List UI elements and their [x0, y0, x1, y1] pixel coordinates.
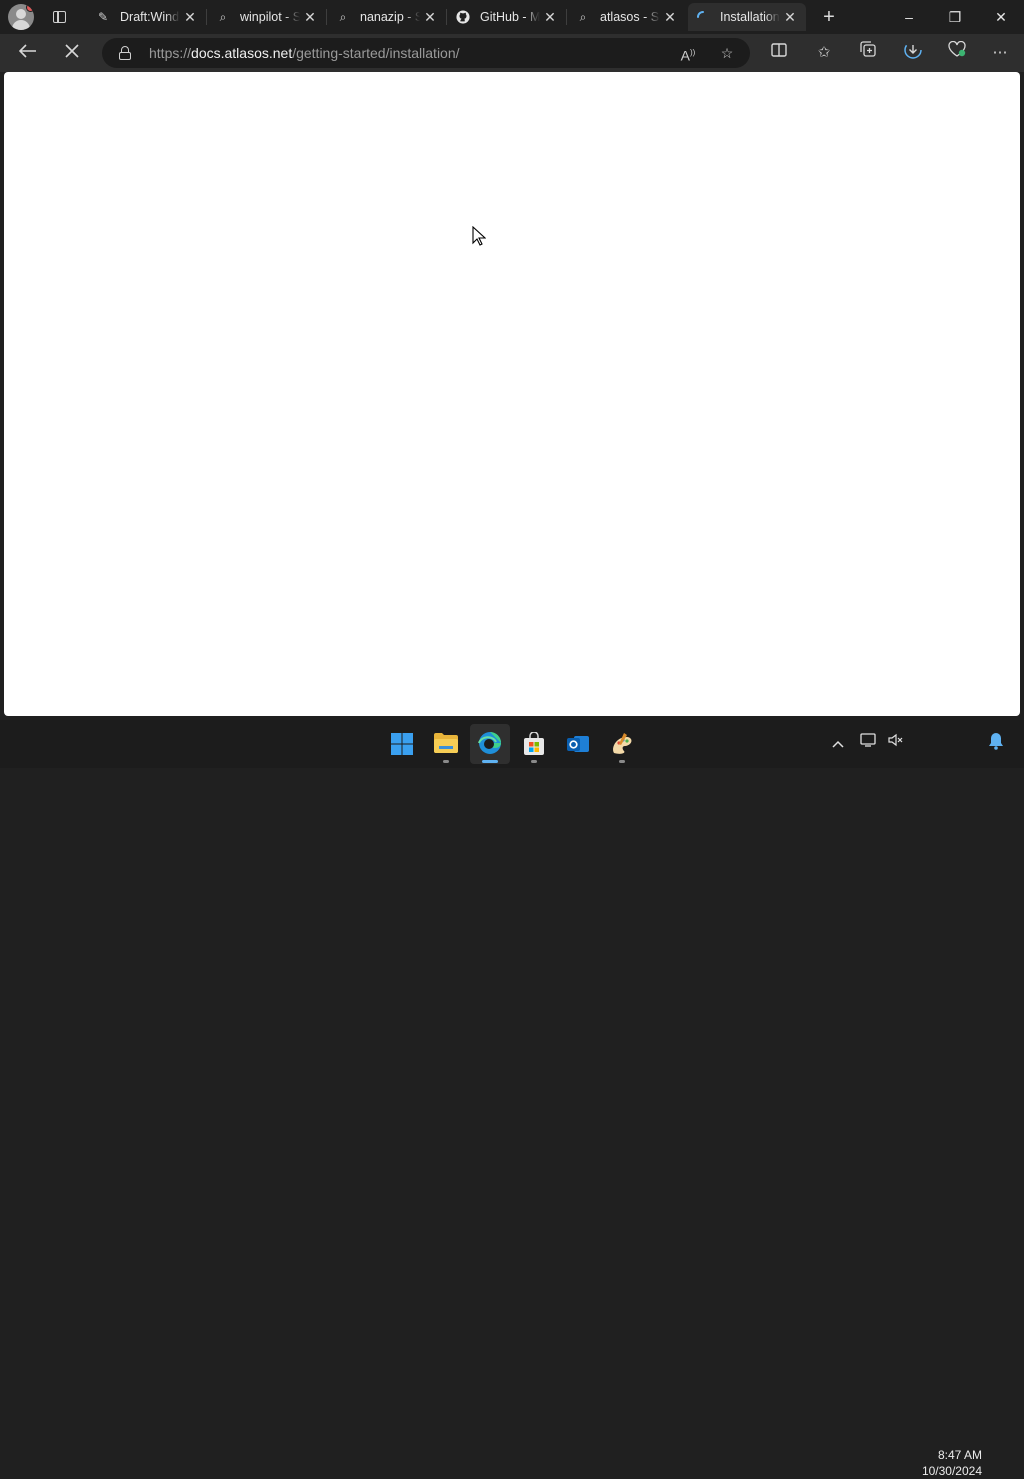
tab-title: nanazip - Search	[360, 10, 420, 24]
tab-atlasos[interactable]: ⌕ atlasos - Search ✕	[568, 3, 686, 31]
mouse-cursor-icon	[472, 226, 486, 246]
taskbar: 8:47 AM 10/30/2024	[0, 720, 1024, 1478]
clock-time: 8:47 AM	[937, 1448, 982, 1462]
volume-muted-icon[interactable]	[885, 732, 907, 754]
folder-icon	[434, 733, 458, 753]
tab-title: atlasos - Search	[600, 10, 660, 24]
notification-bell-icon[interactable]	[985, 732, 1007, 754]
windows-logo-icon	[391, 733, 413, 755]
split-screen-icon[interactable]	[767, 41, 791, 65]
tab-strip: ✎ Draft:Windows ✕ ⌕ winpilot - Search ✕ …	[0, 0, 1024, 34]
file-explorer-button[interactable]	[426, 724, 466, 764]
paint-button[interactable]	[602, 724, 642, 764]
settings-more-icon[interactable]: ⋯	[988, 41, 1012, 65]
tab-draft[interactable]: ✎ Draft:Windows ✕	[88, 3, 207, 31]
show-hidden-icons-button[interactable]	[827, 732, 849, 754]
new-tab-button[interactable]: +	[818, 6, 840, 28]
microsoft-store-button[interactable]	[514, 724, 554, 764]
favorites-icon[interactable]: ✩	[812, 41, 836, 65]
github-icon	[456, 10, 470, 24]
tab-close-button[interactable]: ✕	[302, 9, 318, 25]
stop-loading-button[interactable]	[58, 40, 86, 66]
outlook-button[interactable]	[558, 724, 598, 764]
tab-close-button[interactable]: ✕	[182, 9, 198, 25]
favorite-star-icon[interactable]: ☆	[716, 43, 738, 63]
lock-icon[interactable]	[119, 46, 131, 60]
url-text[interactable]: https://docs.atlasos.net/getting-started…	[149, 45, 460, 61]
read-aloud-icon[interactable]: A))	[677, 43, 699, 64]
tab-close-button[interactable]: ✕	[542, 9, 558, 25]
close-window-button[interactable]: ✕	[978, 0, 1024, 34]
tab-actions-icon	[53, 11, 66, 23]
tab-close-button[interactable]: ✕	[782, 9, 798, 25]
network-icon[interactable]	[858, 732, 880, 754]
browser-essentials-icon[interactable]	[945, 40, 969, 65]
store-icon	[524, 732, 544, 755]
tab-actions-button[interactable]	[48, 7, 70, 27]
notification-dot	[26, 4, 34, 12]
paint-icon	[613, 733, 632, 754]
edit-icon: ✎	[97, 10, 109, 24]
address-bar[interactable]: https://docs.atlasos.net/getting-started…	[102, 38, 750, 68]
start-button[interactable]	[382, 724, 422, 764]
minimize-button[interactable]: –	[886, 0, 932, 34]
restore-button[interactable]: ❐	[932, 0, 978, 34]
profile-avatar[interactable]	[8, 4, 34, 30]
tab-close-button[interactable]: ✕	[662, 9, 678, 25]
page-content[interactable]	[4, 72, 1020, 716]
clock-date: 10/30/2024	[921, 1464, 982, 1478]
loading-icon	[696, 10, 710, 24]
tab-title: winpilot - Search	[240, 10, 300, 24]
tab-installation[interactable]: Installation ✕	[688, 3, 806, 31]
downloads-icon[interactable]	[901, 41, 925, 65]
back-arrow-icon	[18, 44, 36, 58]
system-clock[interactable]: 8:47 AM 10/30/2024	[912, 1447, 982, 1479]
edge-icon	[478, 732, 501, 754]
back-button[interactable]	[14, 40, 42, 66]
tab-title: GitHub - M	[480, 10, 540, 24]
browser-toolbar: https://docs.atlasos.net/getting-started…	[0, 34, 1024, 72]
tab-winpilot[interactable]: ⌕ winpilot - Search ✕	[208, 3, 327, 31]
tab-github[interactable]: GitHub - M ✕	[448, 3, 567, 31]
tab-nanazip[interactable]: ⌕ nanazip - Search ✕	[328, 3, 447, 31]
collections-icon[interactable]	[856, 41, 880, 65]
search-icon: ⌕	[579, 10, 587, 24]
search-icon: ⌕	[339, 10, 347, 24]
edge-button[interactable]	[470, 724, 510, 764]
stop-icon	[65, 44, 79, 58]
tab-title: Draft:Windows	[120, 10, 180, 24]
tab-title: Installation	[720, 10, 780, 24]
tab-close-button[interactable]: ✕	[422, 9, 438, 25]
search-icon: ⌕	[219, 10, 227, 24]
outlook-icon	[567, 736, 589, 752]
